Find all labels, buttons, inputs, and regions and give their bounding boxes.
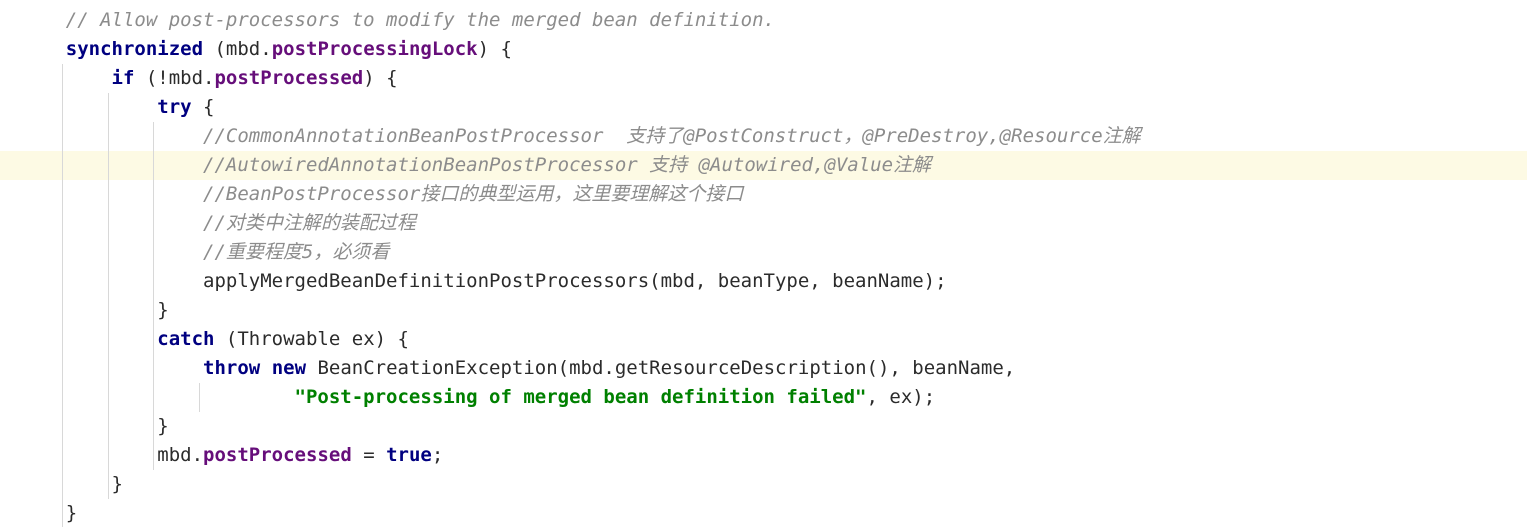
code-line[interactable]: "Post-processing of merged bean definiti… — [0, 383, 1141, 412]
code-line[interactable]: //BeanPostProcessor接口的典型运用，这里要理解这个接口 — [0, 180, 1141, 209]
code-token-plain: } — [111, 473, 123, 495]
code-token-comment: // Allow post-processors to modify the m… — [65, 9, 775, 31]
code-editor-pane[interactable]: // Allow post-processors to modify the m… — [0, 0, 1527, 527]
code-token-plain: { — [191, 96, 215, 118]
code-line[interactable]: //CommonAnnotationBeanPostProcessor 支持了@… — [0, 122, 1141, 151]
code-token-field: postProcessed — [203, 444, 352, 466]
code-token-plain: (Throwable ex) { — [214, 328, 409, 350]
code-token-plain: mbd. — [157, 444, 204, 466]
code-token-plain: ; — [431, 444, 444, 466]
code-token-keyword: throw — [203, 357, 261, 379]
code-line[interactable]: if (!mbd.postProcessed) { — [0, 64, 1141, 93]
code-token-keyword: true — [386, 444, 432, 466]
code-token-comment: //AutowiredAnnotationBeanPostProcessor 支… — [203, 154, 932, 176]
code-line[interactable]: //AutowiredAnnotationBeanPostProcessor 支… — [0, 151, 1141, 180]
code-line[interactable]: try { — [0, 93, 1141, 122]
code-line[interactable]: applyMergedBeanDefinitionPostProcessors(… — [0, 267, 1141, 296]
code-line[interactable]: // Allow post-processors to modify the m… — [0, 6, 1141, 35]
code-line[interactable]: throw new BeanCreationException(mbd.getR… — [0, 354, 1141, 383]
code-line[interactable]: } — [0, 499, 1141, 527]
code-token-field: postProcessed — [214, 67, 364, 89]
code-token-plain: applyMergedBeanDefinitionPostProcessors(… — [203, 270, 947, 292]
code-line[interactable]: } — [0, 470, 1141, 499]
code-line[interactable]: } — [0, 296, 1141, 325]
code-token-plain: = — [351, 444, 387, 466]
code-line[interactable]: synchronized (mbd.postProcessingLock) { — [0, 35, 1141, 64]
code-token-plain: BeanCreationException(mbd.getResourceDes… — [306, 357, 1016, 379]
code-token-plain: ) { — [477, 38, 512, 60]
code-token-keyword: try — [157, 96, 192, 118]
code-line[interactable]: mbd.postProcessed = true; — [0, 441, 1141, 470]
code-line[interactable]: //重要程度5，必须看 — [0, 238, 1141, 267]
code-line[interactable]: } — [0, 412, 1141, 441]
code-token-keyword: synchronized — [65, 38, 204, 60]
code-token-plain: (!mbd. — [134, 67, 215, 89]
code-token-plain: } — [157, 415, 169, 437]
code-token-plain: } — [65, 502, 78, 524]
code-token-plain: , ex); — [866, 386, 936, 408]
code-token-comment: //重要程度5，必须看 — [203, 241, 390, 263]
code-token-comment: //对类中注解的装配过程 — [203, 212, 416, 234]
code-token-string: "Post-processing of merged bean definiti… — [294, 386, 867, 408]
code-token-plain: ) { — [363, 67, 398, 89]
code-line[interactable]: catch (Throwable ex) { — [0, 325, 1141, 354]
code-token-plain: } — [157, 299, 169, 321]
code-token-keyword: new — [271, 357, 307, 379]
code-token-comment: //BeanPostProcessor接口的典型运用，这里要理解这个接口 — [203, 183, 744, 205]
code-token-keyword: if — [111, 67, 135, 89]
code-token-plain: (mbd. — [203, 38, 272, 60]
code-token-field: postProcessingLock — [271, 38, 478, 60]
code-line[interactable]: //对类中注解的装配过程 — [0, 209, 1141, 238]
code-token-keyword: catch — [157, 328, 215, 350]
code-content[interactable]: // Allow post-processors to modify the m… — [0, 0, 1141, 527]
code-token-comment: //CommonAnnotationBeanPostProcessor 支持了@… — [203, 125, 1141, 147]
